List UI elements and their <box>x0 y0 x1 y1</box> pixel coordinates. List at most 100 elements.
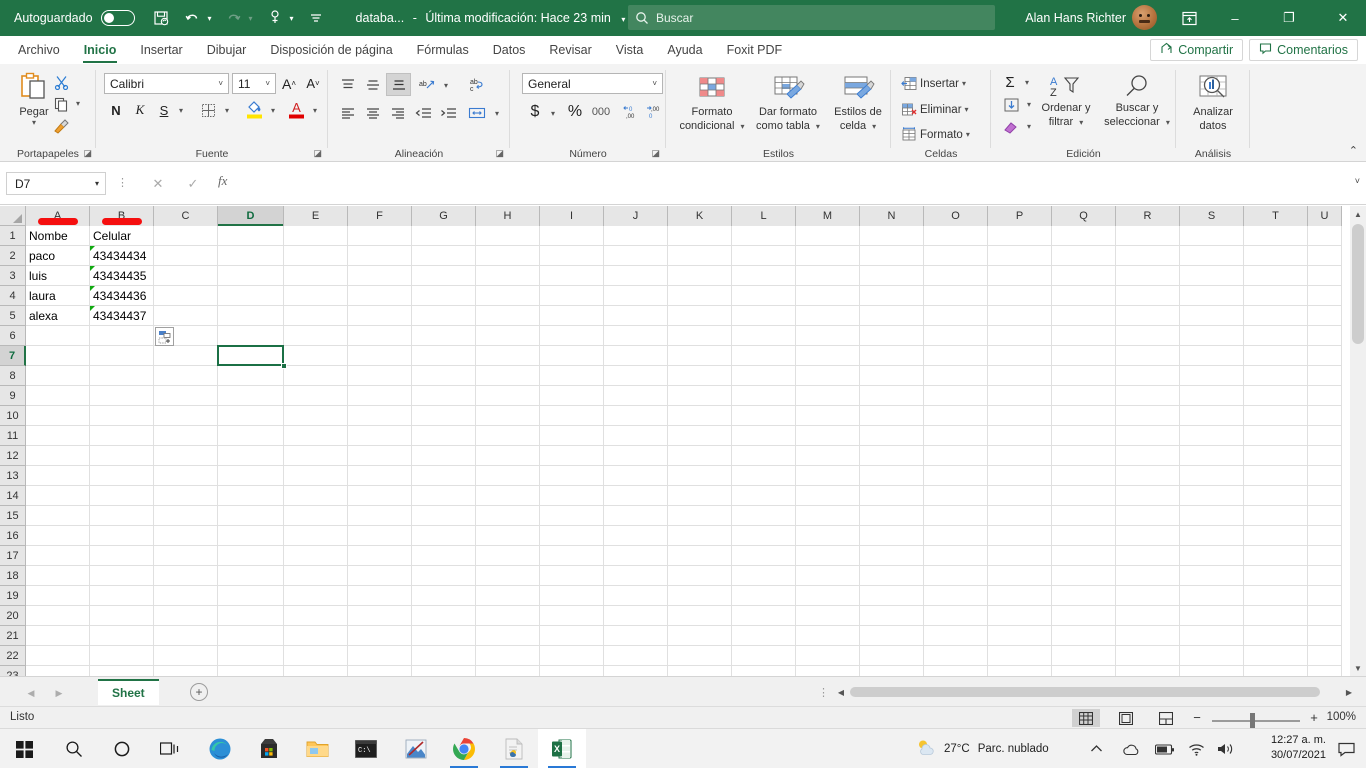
cell-S14[interactable] <box>1180 486 1244 506</box>
cell-U12[interactable] <box>1308 446 1342 466</box>
cell-H19[interactable] <box>476 586 540 606</box>
cell-C21[interactable] <box>154 626 218 646</box>
cell-K11[interactable] <box>668 426 732 446</box>
cell-A5[interactable]: alexa <box>26 306 90 326</box>
clipboard-dialog-launcher[interactable]: ◪ <box>83 148 92 159</box>
cell-J13[interactable] <box>604 466 668 486</box>
cell-I23[interactable] <box>540 666 604 676</box>
cancel-entry-button[interactable]: ✕ <box>145 172 171 195</box>
cell-S4[interactable] <box>1180 286 1244 306</box>
cell-L11[interactable] <box>732 426 796 446</box>
cell-G4[interactable] <box>412 286 476 306</box>
row-header-12[interactable]: 12 <box>0 446 26 466</box>
cell-N18[interactable] <box>860 566 924 586</box>
fill-button[interactable] <box>999 94 1023 116</box>
cell-M14[interactable] <box>796 486 860 506</box>
cell-L16[interactable] <box>732 526 796 546</box>
cell-J15[interactable] <box>604 506 668 526</box>
cell-T6[interactable] <box>1244 326 1308 346</box>
cell-L1[interactable] <box>732 226 796 246</box>
cell-N17[interactable] <box>860 546 924 566</box>
cell-S9[interactable] <box>1180 386 1244 406</box>
row-header-8[interactable]: 8 <box>0 366 26 386</box>
cell-G14[interactable] <box>412 486 476 506</box>
minimize-button[interactable]: – <box>1212 0 1258 36</box>
cell-J16[interactable] <box>604 526 668 546</box>
borders-button[interactable] <box>196 99 220 121</box>
chevron-down-icon[interactable]: ˅ <box>218 79 223 88</box>
column-header-h[interactable]: H <box>476 206 540 226</box>
conditional-dropdown-caret[interactable]: ▾ <box>741 122 745 131</box>
cell-H6[interactable] <box>476 326 540 346</box>
avatar[interactable] <box>1132 5 1157 30</box>
cell-D11[interactable] <box>218 426 284 446</box>
cell-S18[interactable] <box>1180 566 1244 586</box>
clock[interactable]: 12:27 a. m. 30/07/2021 <box>1271 733 1326 763</box>
cell-A4[interactable]: laura <box>26 286 90 306</box>
cell-N8[interactable] <box>860 366 924 386</box>
tab-dibujar[interactable]: Dibujar <box>195 36 259 64</box>
cell-M17[interactable] <box>796 546 860 566</box>
cell-T1[interactable] <box>1244 226 1308 246</box>
cell-P11[interactable] <box>988 426 1052 446</box>
cell-P22[interactable] <box>988 646 1052 666</box>
cell-P9[interactable] <box>988 386 1052 406</box>
cell-J21[interactable] <box>604 626 668 646</box>
font-color-dropdown-caret[interactable]: ▾ <box>313 106 317 115</box>
cell-O19[interactable] <box>924 586 988 606</box>
cell-O7[interactable] <box>924 346 988 366</box>
cell-I6[interactable] <box>540 326 604 346</box>
cell-D19[interactable] <box>218 586 284 606</box>
cell-Q2[interactable] <box>1052 246 1116 266</box>
cell-J18[interactable] <box>604 566 668 586</box>
edge-icon[interactable] <box>196 729 244 768</box>
cell-A23[interactable] <box>26 666 90 676</box>
row-header-14[interactable]: 14 <box>0 486 26 506</box>
cell-A21[interactable] <box>26 626 90 646</box>
column-header-j[interactable]: J <box>604 206 668 226</box>
cell-G9[interactable] <box>412 386 476 406</box>
cell-O3[interactable] <box>924 266 988 286</box>
chevron-down-icon[interactable]: ▾ <box>95 179 99 188</box>
vertical-scroll-thumb[interactable] <box>1352 224 1364 344</box>
cell-E7[interactable] <box>284 346 348 366</box>
cell-I4[interactable] <box>540 286 604 306</box>
cell-R21[interactable] <box>1116 626 1180 646</box>
cell-T5[interactable] <box>1244 306 1308 326</box>
cell-Q15[interactable] <box>1052 506 1116 526</box>
cell-E15[interactable] <box>284 506 348 526</box>
cell-T14[interactable] <box>1244 486 1308 506</box>
cell-U2[interactable] <box>1308 246 1342 266</box>
cell-K3[interactable] <box>668 266 732 286</box>
cell-F6[interactable] <box>348 326 412 346</box>
tab-insertar[interactable]: Insertar <box>128 36 194 64</box>
cell-F13[interactable] <box>348 466 412 486</box>
cell-N21[interactable] <box>860 626 924 646</box>
cell-Q22[interactable] <box>1052 646 1116 666</box>
cell-B9[interactable] <box>90 386 154 406</box>
cell-M10[interactable] <box>796 406 860 426</box>
cell-D14[interactable] <box>218 486 284 506</box>
cell-A22[interactable] <box>26 646 90 666</box>
cell-U14[interactable] <box>1308 486 1342 506</box>
cell-I14[interactable] <box>540 486 604 506</box>
cell-Q23[interactable] <box>1052 666 1116 676</box>
cell-R11[interactable] <box>1116 426 1180 446</box>
cell-H9[interactable] <box>476 386 540 406</box>
cell-E16[interactable] <box>284 526 348 546</box>
horizontal-scroll-thumb[interactable] <box>850 687 1320 697</box>
cell-I7[interactable] <box>540 346 604 366</box>
merge-center-button[interactable] <box>464 102 490 124</box>
cell-B7[interactable] <box>90 346 154 366</box>
cell-L17[interactable] <box>732 546 796 566</box>
cell-Q6[interactable] <box>1052 326 1116 346</box>
cell-D3[interactable] <box>218 266 284 286</box>
notification-center-icon[interactable] <box>1332 729 1360 768</box>
cell-H22[interactable] <box>476 646 540 666</box>
wifi-icon[interactable] <box>1188 729 1205 768</box>
cell-H3[interactable] <box>476 266 540 286</box>
copy-dropdown-caret[interactable]: ▾ <box>76 99 80 108</box>
save-icon[interactable] <box>147 4 175 32</box>
tray-chevron-icon[interactable] <box>1090 729 1103 768</box>
weather-widget[interactable]: 27°C Parc. nublado <box>916 729 1049 768</box>
